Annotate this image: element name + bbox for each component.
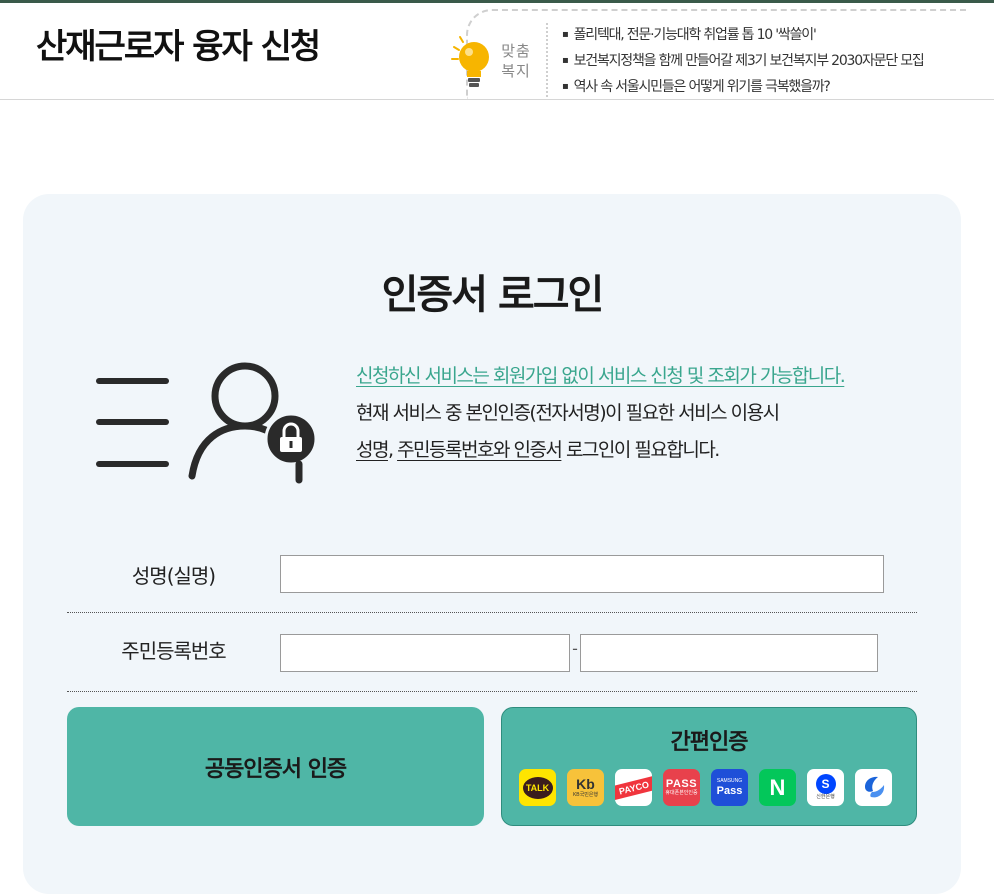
news-item[interactable]: 보건복지정책을 함께 만들어갈 제3기 보건복지부 2030자문단 모집 [562,49,925,75]
welfare-label: 맞춤 복지 [501,42,531,80]
joint-certificate-button[interactable]: 공동인증서 인증 [67,707,484,826]
page-title: 산재근로자 융자 신청 [36,27,321,67]
pass-auth-icon[interactable]: PASS 휴대폰본인인증 [663,769,700,806]
news-item[interactable]: 폴리텍대, 전문·기능대학 취업률 톱 10 '싹쓸이' [562,23,924,49]
rrn-back-input[interactable] [580,634,878,672]
toss-icon [864,776,884,797]
name-label: 성명(실명) [131,564,216,588]
name-row: 성명(실명) [67,540,917,613]
news-item[interactable]: 역사 속 서울시민들은 어떻게 위기를 극복했을까? [562,75,924,101]
rrn-front-input[interactable] [280,634,570,672]
login-title: 인증서 로그인 [381,272,605,318]
menu-lines-icon [96,378,169,467]
easy-auth-button[interactable]: 간편인증 TALK Kb KB국민은행 PAYCO PASS 휴대폰본인인증 S… [501,707,917,826]
naver-auth-icon[interactable]: N [759,769,796,806]
page-header: 산재근로자 융자 신청 맞춤 복지 폴리텍대, 전문·기능대학 취업률 톱 10… [0,3,994,100]
payco-auth-icon[interactable]: PAYCO [615,769,652,806]
rrn-row: 주민등록번호 - [67,613,917,692]
welfare-news-list: 폴리텍대, 전문·기능대학 취업률 톱 10 '싹쓸이' 보건복지정책을 함께 … [562,23,925,101]
rrn-separator: - [572,639,578,658]
login-description: 신청하신 서비스는 회원가입 없이 서비스 신청 및 조회가 가능합니다. 현재… [356,358,846,469]
kb-bank-auth-icon[interactable]: Kb KB국민은행 [567,769,604,806]
service-notice-link[interactable]: 신청하신 서비스는 회원가입 없이 서비스 신청 및 조회가 가능합니다. [356,358,846,395]
user-lock-illustration [96,362,318,484]
auth-notice-text: 현재 서비스 중 본인인증(전자서명)이 필요한 서비스 이용시 [356,402,780,424]
user-icon [188,362,280,480]
samsung-pass-auth-icon[interactable]: SAMSUNG Pass [711,769,748,806]
shinhan-bank-auth-icon[interactable]: S 신한은행 [807,769,844,806]
lock-icon [264,412,318,484]
rrn-label: 주민등록번호 [121,639,226,663]
toss-auth-icon[interactable] [855,769,892,806]
custom-welfare-news: 맞춤 복지 폴리텍대, 전문·기능대학 취업률 톱 10 '싹쓸이' 보건복지정… [450,9,970,101]
lightbulb-icon [451,36,489,87]
required-info-text: 성명, 주민등록번호와 인증서 로그인이 필요합니다. [356,439,720,461]
welfare-separator [546,23,548,97]
easy-auth-label: 간편인증 [670,730,749,755]
kakao-auth-icon[interactable]: TALK [519,769,556,806]
joint-certificate-label: 공동인증서 인증 [204,756,347,782]
name-input[interactable] [280,555,884,593]
